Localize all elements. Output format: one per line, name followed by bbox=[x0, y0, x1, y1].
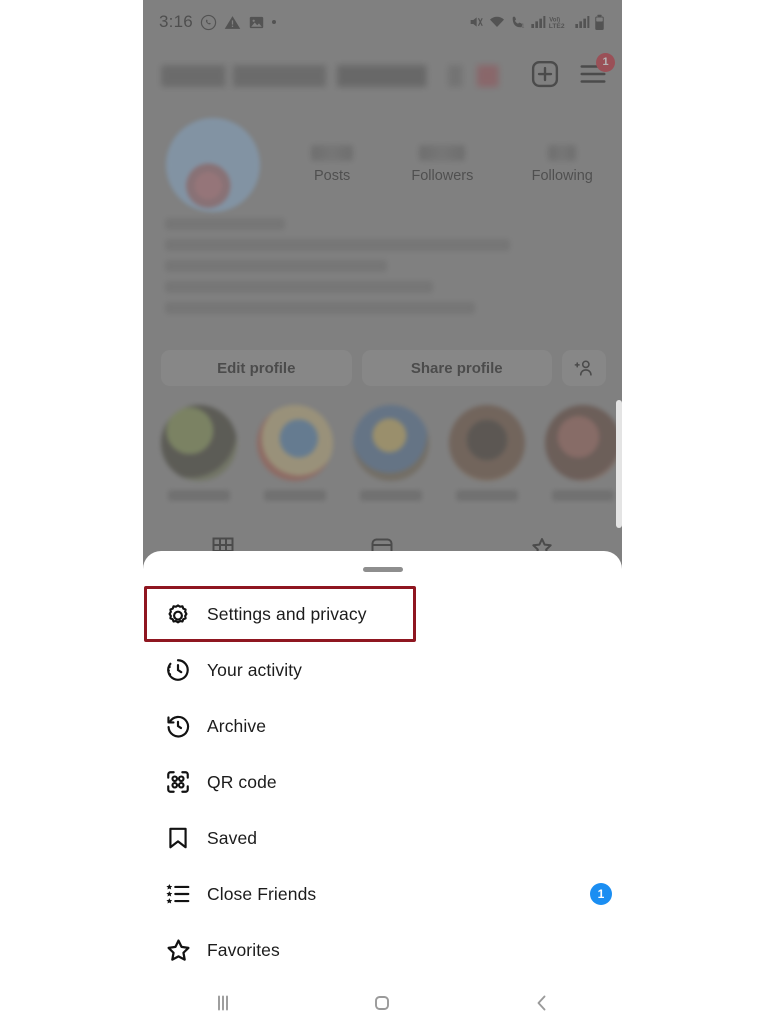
add-post-icon bbox=[531, 60, 559, 87]
highlight-item[interactable] bbox=[353, 405, 429, 501]
stat-following[interactable]: Following bbox=[532, 145, 593, 184]
story-highlights-row bbox=[143, 405, 622, 501]
gear-icon bbox=[165, 601, 195, 627]
menu-item-label: Close Friends bbox=[207, 883, 317, 904]
android-nav-bar bbox=[143, 981, 622, 1024]
highlight-thumb bbox=[257, 405, 333, 481]
menu-item-settings-and-privacy[interactable]: Settings and privacy bbox=[0, 586, 777, 642]
svg-text:LTE2: LTE2 bbox=[549, 23, 565, 30]
menu-item-favorites[interactable]: Favorites bbox=[0, 922, 777, 978]
svg-text:1: 1 bbox=[521, 23, 524, 29]
warning-icon bbox=[224, 15, 241, 29]
activity-clock-icon bbox=[165, 657, 195, 683]
highlight-item[interactable] bbox=[545, 405, 621, 501]
back-button[interactable] bbox=[507, 981, 577, 1024]
menu-item-label: Archive bbox=[207, 715, 267, 736]
stat-posts[interactable]: Posts bbox=[311, 145, 354, 184]
sheet-menu-list: Settings and privacy Your activity Archi… bbox=[0, 586, 777, 978]
highlight-label-redacted bbox=[552, 490, 614, 501]
followers-count-redacted bbox=[419, 145, 466, 161]
menu-item-label: Your activity bbox=[207, 659, 303, 680]
profile-bio-redacted bbox=[165, 218, 585, 323]
archive-clock-icon bbox=[165, 713, 195, 739]
share-profile-button[interactable]: Share profile bbox=[361, 350, 552, 386]
bio-line bbox=[165, 302, 475, 314]
highlight-thumb bbox=[161, 405, 237, 481]
highlight-thumb bbox=[545, 405, 621, 481]
posts-count-redacted bbox=[311, 145, 354, 161]
username-redacted[interactable] bbox=[161, 65, 520, 87]
back-icon bbox=[537, 995, 546, 1010]
photo-icon bbox=[249, 16, 264, 28]
add-post-button[interactable] bbox=[530, 59, 560, 94]
followers-label: Followers bbox=[411, 168, 474, 184]
signal-bars-icon bbox=[531, 16, 546, 28]
recents-icon bbox=[217, 995, 228, 1010]
bio-line bbox=[165, 281, 433, 293]
wifi-icon bbox=[490, 16, 504, 27]
close-friends-badge: 1 bbox=[590, 883, 612, 905]
menu-notification-badge: 1 bbox=[596, 52, 615, 72]
status-bar-left: 3:16 bbox=[159, 12, 276, 32]
highlight-label-redacted bbox=[168, 490, 230, 501]
menu-item-saved[interactable]: Saved bbox=[0, 810, 777, 866]
volte-call-icon: 1 bbox=[512, 16, 524, 29]
mute-icon bbox=[470, 17, 483, 27]
home-icon bbox=[375, 995, 390, 1010]
home-button[interactable] bbox=[347, 981, 417, 1024]
following-count-redacted bbox=[548, 145, 577, 161]
bio-line bbox=[165, 260, 387, 272]
highlight-thumb bbox=[449, 405, 525, 481]
menu-item-archive[interactable]: Archive bbox=[0, 698, 777, 754]
menu-item-your-activity[interactable]: Your activity bbox=[0, 642, 777, 698]
status-bar-right: 1 VoI) LTE2 bbox=[467, 14, 606, 31]
highlight-item[interactable] bbox=[161, 405, 237, 501]
signal-bars-2-icon bbox=[575, 16, 590, 28]
edit-profile-button[interactable]: Edit profile bbox=[161, 350, 352, 386]
avatar[interactable] bbox=[166, 117, 260, 212]
menu-item-label: QR code bbox=[207, 771, 277, 792]
hamburger-menu-button[interactable]: 1 bbox=[578, 52, 615, 94]
drag-handle[interactable] bbox=[362, 567, 403, 572]
profile-action-buttons: Edit profile Share profile bbox=[161, 350, 606, 386]
status-bar-clock: 3:16 bbox=[159, 12, 193, 31]
dot-icon bbox=[271, 20, 276, 24]
menu-item-close-friends[interactable]: Close Friends 1 bbox=[0, 866, 777, 922]
profile-stats: Posts Followers Following bbox=[260, 145, 622, 184]
add-person-button[interactable] bbox=[562, 350, 606, 386]
bio-line bbox=[165, 218, 285, 230]
menu-item-label: Saved bbox=[207, 827, 258, 848]
profile-header: 1 bbox=[143, 50, 622, 102]
menu-item-qr-code[interactable]: QR code bbox=[0, 754, 777, 810]
bookmark-icon bbox=[165, 825, 195, 851]
highlight-label-redacted bbox=[264, 490, 326, 501]
volte2-icon: VoI) LTE2 bbox=[549, 17, 565, 30]
highlight-label-redacted bbox=[456, 490, 518, 501]
vertical-scrollbar[interactable] bbox=[616, 400, 622, 528]
highlight-item[interactable] bbox=[257, 405, 333, 501]
highlight-item[interactable] bbox=[449, 405, 525, 501]
profile-summary-row: Posts Followers Following bbox=[143, 112, 622, 217]
following-label: Following bbox=[531, 168, 593, 184]
menu-item-label: Favorites bbox=[207, 939, 280, 960]
bio-line bbox=[165, 239, 510, 251]
highlight-thumb bbox=[353, 405, 429, 481]
menu-item-label: Settings and privacy bbox=[207, 603, 367, 624]
whatsapp-icon bbox=[200, 14, 217, 30]
header-actions: 1 bbox=[530, 52, 615, 94]
stat-followers[interactable]: Followers bbox=[411, 145, 473, 184]
recents-button[interactable] bbox=[188, 981, 258, 1024]
highlight-label-redacted bbox=[360, 490, 422, 501]
posts-label: Posts bbox=[313, 168, 351, 184]
close-friends-list-icon bbox=[165, 881, 195, 907]
qr-code-icon bbox=[165, 769, 195, 795]
screenshot-root: 3:16 1 VoI) LTE2 1 Posts Followers Follo… bbox=[0, 0, 777, 1024]
add-person-icon bbox=[574, 360, 592, 376]
status-bar: 3:16 1 VoI) LTE2 bbox=[143, 0, 622, 44]
star-icon bbox=[165, 937, 195, 964]
battery-icon bbox=[595, 14, 604, 30]
